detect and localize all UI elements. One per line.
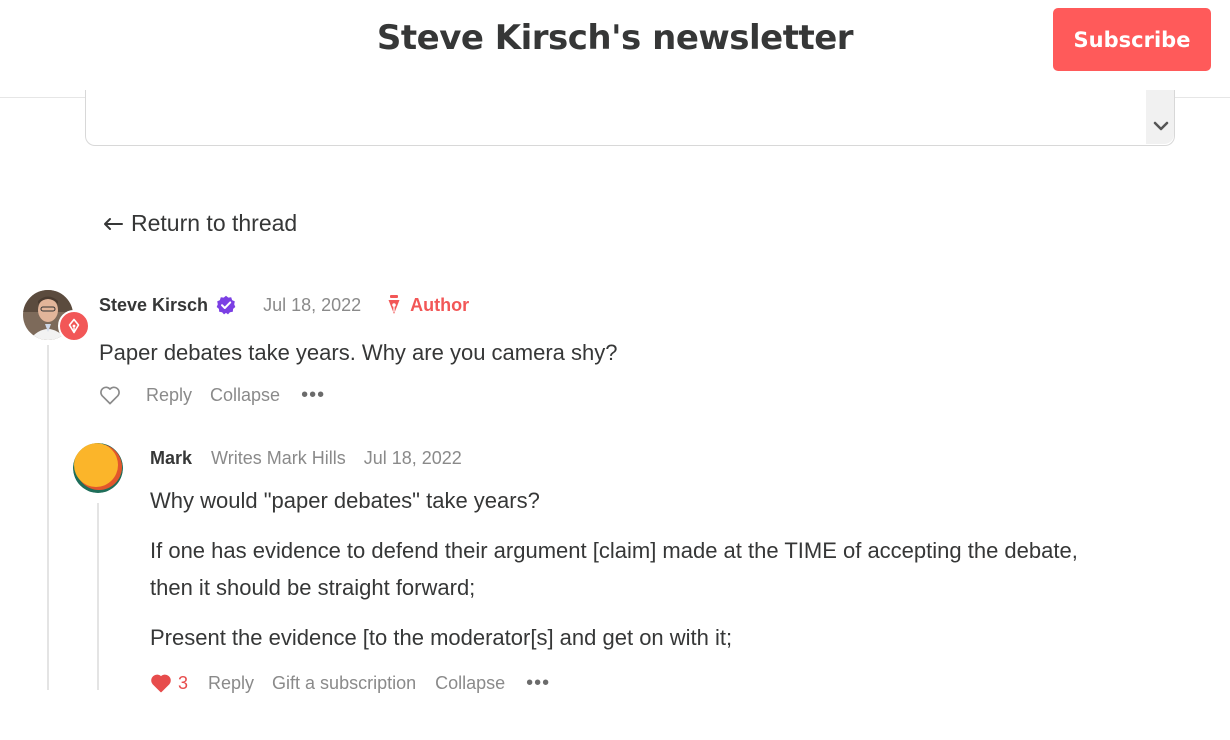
like-count: 3 [178,672,189,693]
collapse-button[interactable]: Collapse [435,673,505,694]
heart-filled-icon [151,674,171,693]
comment-actions: Reply Collapse ••• [99,383,325,407]
comment-date[interactable]: Jul 18, 2022 [364,448,462,469]
pen-nib-icon [68,318,80,334]
like-button[interactable]: 3 [150,673,188,694]
comment-meta: Mark Writes Mark Hills Jul 18, 2022 [150,445,462,471]
more-options-icon[interactable]: ••• [526,672,550,695]
author-byline[interactable]: Writes Mark Hills [211,448,346,469]
arrow-left-icon [104,217,123,230]
subscribe-button[interactable]: Subscribe [1053,8,1211,71]
comment-paragraph: Why would "paper debates" take years? [150,488,540,513]
return-label: Return to thread [131,210,298,236]
textarea-scrollbar[interactable] [1146,90,1174,144]
reply-button[interactable]: Reply [146,385,192,406]
comment-date[interactable]: Jul 18, 2022 [263,295,361,316]
thread-line-inner [97,503,99,690]
comment-actions: 3 Reply Gift a subscription Collapse ••• [150,671,550,695]
thread-line-outer [47,345,49,690]
comment-author[interactable]: Steve Kirsch [99,295,208,316]
comment-body: Paper debates take years. Why are you ca… [99,334,1179,371]
comment-paragraph: If one has evidence to defend their argu… [150,538,1078,563]
comment-body: Why would "paper debates" take years? If… [150,482,1210,656]
heart-outline-icon[interactable] [99,385,121,405]
more-options-icon[interactable]: ••• [301,384,325,407]
comment-paragraph: Present the evidence [to the moderator[s… [150,625,733,650]
top-bar: Steve Kirsch's newsletter Subscribe [0,0,1230,98]
comment-author[interactable]: Mark [150,448,192,469]
comment-paragraph: then it should be straight forward; [150,575,476,600]
return-to-thread-link[interactable]: Return to thread [103,210,297,237]
verified-check-icon [216,295,236,315]
pen-nib-icon [388,295,400,314]
comment-textarea[interactable] [85,90,1175,146]
site-title[interactable]: Steve Kirsch's newsletter [0,18,1230,58]
comment-paragraph: Paper debates take years. Why are you ca… [99,340,618,365]
collapse-button[interactable]: Collapse [210,385,280,406]
comment-meta: Steve Kirsch Jul 18, 2022 Author [99,292,469,318]
author-badge [58,310,90,342]
chevron-down-icon[interactable] [1153,120,1169,132]
author-tag: Author [386,294,469,316]
author-tag-label: Author [410,294,470,315]
avatar-mark[interactable] [73,443,123,493]
reply-button[interactable]: Reply [208,673,254,694]
gift-subscription-button[interactable]: Gift a subscription [272,673,416,694]
